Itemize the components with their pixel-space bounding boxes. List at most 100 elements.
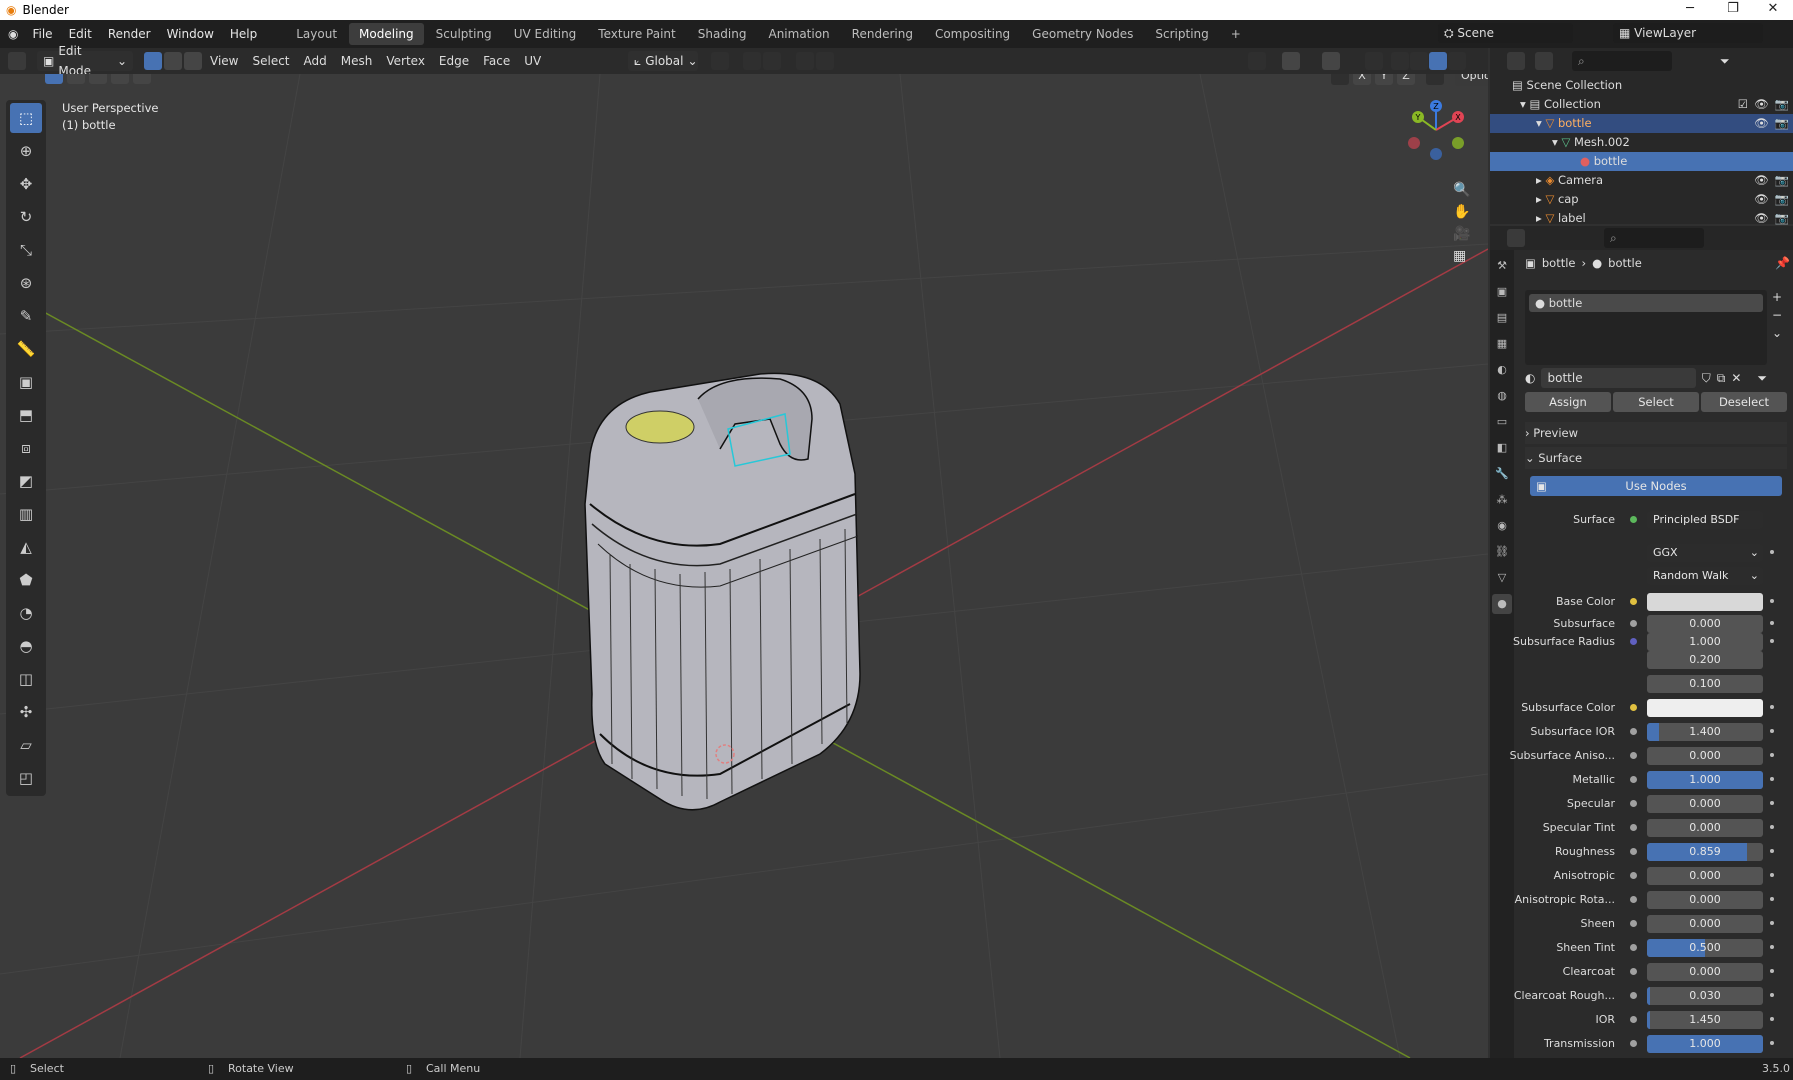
wireframe-shading-icon[interactable]	[1391, 52, 1409, 70]
3d-viewport[interactable]: User Perspective (1) bottle X Y Z Option…	[0, 74, 1488, 1058]
axis-x-toggle[interactable]: X	[1353, 74, 1371, 85]
menu-mesh[interactable]: Mesh	[334, 48, 380, 74]
property-value-field[interactable]: 0.000	[1647, 795, 1763, 813]
property-value-field[interactable]	[1647, 593, 1763, 611]
poly-build-tool-icon[interactable]: ⬟	[10, 565, 42, 595]
camera-render-icon[interactable]: 📷	[1775, 190, 1789, 209]
distribution-dropdown[interactable]: GGX ⌄	[1647, 544, 1763, 562]
eye-icon[interactable]: 👁	[1754, 95, 1769, 114]
menu-face[interactable]: Face	[476, 48, 517, 74]
keyframe-dot-icon[interactable]	[1770, 1041, 1774, 1045]
tab-rendering[interactable]: Rendering	[842, 23, 923, 45]
rendered-shading-icon[interactable]	[1448, 52, 1466, 70]
menu-view[interactable]: View	[203, 48, 245, 74]
keyframe-dot-icon[interactable]	[1770, 705, 1774, 709]
material-shading-icon[interactable]	[1429, 52, 1447, 70]
move-tool-icon[interactable]: ✥	[10, 169, 42, 199]
add-cube-tool-icon[interactable]: ▣	[10, 367, 42, 397]
falloff-icon[interactable]	[816, 52, 834, 70]
keyframe-dot-icon[interactable]	[1770, 993, 1774, 997]
keyframe-dot-icon[interactable]	[1770, 550, 1774, 554]
solid-shading-icon[interactable]	[1410, 52, 1428, 70]
property-value-field[interactable]: 1.450	[1647, 1011, 1763, 1029]
shrink-fatten-tool-icon[interactable]: ✣	[10, 697, 42, 727]
menu-select[interactable]: Select	[245, 48, 296, 74]
orientation-dropdown[interactable]: ⟀ Global ⌄	[628, 51, 698, 71]
tab-uv-editing[interactable]: UV Editing	[504, 23, 587, 45]
ortho-grid-icon[interactable]: ▦	[1453, 248, 1470, 264]
property-value-field[interactable]: 0.000	[1647, 915, 1763, 933]
spin-tool-icon[interactable]: ◔	[10, 598, 42, 628]
material-tab-icon[interactable]: ●	[1492, 594, 1512, 614]
preview-panel-header[interactable]: › Preview	[1525, 422, 1787, 444]
physics-tab-icon[interactable]: ◉	[1492, 516, 1512, 536]
mode-dropdown[interactable]: ▣ Edit Mode ⌄	[37, 44, 133, 78]
visibility-icon[interactable]	[1248, 52, 1266, 70]
loop-cut-tool-icon[interactable]: ▥	[10, 499, 42, 529]
knife-tool-icon[interactable]: ◭	[10, 532, 42, 562]
editor-type-icon[interactable]	[8, 52, 26, 70]
auto-merge-icon[interactable]	[1426, 74, 1444, 85]
property-value-field[interactable]: 0.500	[1647, 939, 1763, 957]
keyframe-dot-icon[interactable]	[1770, 753, 1774, 757]
property-value-field[interactable]: 0.000	[1647, 867, 1763, 885]
eye-icon[interactable]: 👁	[1754, 114, 1769, 133]
menu-vertex[interactable]: Vertex	[379, 48, 432, 74]
constraints-tab-icon[interactable]: ⛓	[1492, 542, 1512, 562]
gizmo-toggle-icon[interactable]	[1282, 52, 1300, 70]
material-browse-icon[interactable]: ◐	[1525, 371, 1535, 385]
deselect-button[interactable]: Deselect	[1701, 392, 1787, 412]
property-value-field[interactable]: 0.200	[1647, 651, 1763, 669]
surface-shader-dropdown[interactable]: Principled BSDF	[1647, 511, 1763, 529]
property-value-field[interactable]: 0.859	[1647, 843, 1763, 861]
select-extend-icon[interactable]	[67, 74, 85, 84]
keyframe-dot-icon[interactable]	[1770, 873, 1774, 877]
rip-tool-icon[interactable]: ◰	[10, 763, 42, 793]
smooth-tool-icon[interactable]: ◓	[10, 631, 42, 661]
snap-icon[interactable]	[743, 52, 761, 70]
camera-render-icon[interactable]: 📷	[1775, 171, 1789, 190]
data-tab-icon[interactable]: ▽	[1492, 568, 1512, 588]
property-value-field[interactable]: 0.100	[1647, 675, 1763, 693]
property-value-field[interactable]: 0.030	[1647, 987, 1763, 1005]
tab-geometry-nodes[interactable]: Geometry Nodes	[1022, 23, 1143, 45]
particles-tab-icon[interactable]: ⁂	[1492, 490, 1512, 510]
property-value-field[interactable]: 1.000	[1647, 1035, 1763, 1053]
output-tab-icon[interactable]: ▤	[1492, 308, 1512, 328]
proportional-edit-icon[interactable]	[796, 52, 814, 70]
world-tab-icon[interactable]: ◍	[1492, 386, 1512, 406]
add-workspace-button[interactable]: +	[1221, 23, 1251, 45]
rotate-tool-icon[interactable]: ↻	[10, 202, 42, 232]
scene-selector[interactable]: ⛭ Scene	[1438, 23, 1573, 43]
select-subtract-icon[interactable]	[89, 74, 107, 84]
outliner-row-collection[interactable]: ▾ ▤ Collection ☑ 👁 📷	[1490, 95, 1793, 114]
material-slot-list[interactable]: ● bottle	[1525, 290, 1767, 365]
material-slot-name[interactable]: bottle	[1549, 296, 1583, 310]
material-name-field[interactable]: bottle	[1541, 368, 1696, 388]
extrude-tool-icon[interactable]: ⬒	[10, 400, 42, 430]
edge-slide-tool-icon[interactable]: ◫	[10, 664, 42, 694]
scene-tab-icon[interactable]: ◐	[1492, 360, 1512, 380]
keyframe-dot-icon[interactable]	[1770, 825, 1774, 829]
outliner-row-material[interactable]: ● bottle	[1490, 152, 1793, 171]
menu-edge[interactable]: Edge	[432, 48, 476, 74]
object-tab-icon[interactable]: ◧	[1492, 438, 1512, 458]
outliner-search-input[interactable]: ⌕	[1572, 51, 1672, 71]
add-slot-icon[interactable]: +	[1772, 290, 1782, 304]
axis-y-toggle[interactable]: Y	[1375, 74, 1393, 85]
property-value-field[interactable]	[1647, 699, 1763, 717]
use-nodes-button[interactable]: ▣ Use Nodes	[1530, 476, 1782, 496]
keyframe-dot-icon[interactable]	[1770, 621, 1774, 625]
menu-help[interactable]: Help	[222, 20, 265, 48]
shear-tool-icon[interactable]: ▱	[10, 730, 42, 760]
display-mode-icon[interactable]	[1535, 52, 1553, 70]
outliner-row-camera[interactable]: ▸ ◈ Camera 👁 📷	[1490, 171, 1793, 190]
overlay-toggle-icon[interactable]	[1322, 52, 1340, 70]
menu-uv[interactable]: UV	[517, 48, 548, 74]
keyframe-dot-icon[interactable]	[1770, 801, 1774, 805]
tab-sculpting[interactable]: Sculpting	[426, 23, 502, 45]
camera-render-icon[interactable]: 📷	[1775, 95, 1789, 114]
select-new-icon[interactable]	[45, 74, 63, 84]
zoom-icon[interactable]: 🔍	[1453, 182, 1470, 198]
menu-file[interactable]: File	[24, 20, 60, 48]
